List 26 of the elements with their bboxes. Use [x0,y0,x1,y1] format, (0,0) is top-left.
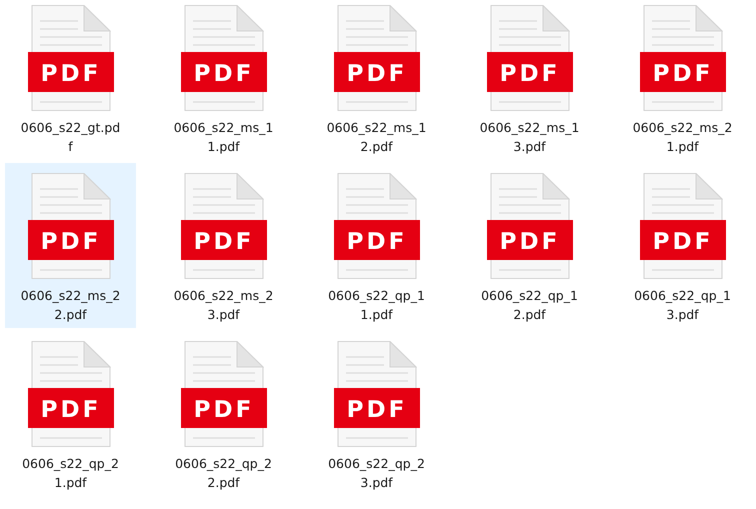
file-item[interactable]: PDF 0606_s22_gt.pd f [5,0,136,160]
file-name: 0606_s22_qp_2 2.pdf [175,455,272,492]
file-item[interactable]: PDF 0606_s22_qp_1 1.pdf [311,163,442,328]
file-name: 0606_s22_ms_1 3.pdf [480,119,580,156]
file-name: 0606_s22_ms_1 2.pdf [326,119,426,156]
file-name: 0606_s22_qp_2 1.pdf [22,455,119,492]
file-item[interactable]: PDF 0606_s22_ms_1 1.pdf [158,0,289,160]
file-item[interactable]: PDF 0606_s22_qp_1 2.pdf [464,163,595,328]
file-item[interactable]: PDF 0606_s22_ms_2 3.pdf [158,163,289,328]
file-name: 0606_s22_qp_1 2.pdf [481,287,578,324]
file-name: 0606_s22_qp_1 3.pdf [634,287,731,324]
file-item[interactable]: PDF 0606_s22_qp_1 3.pdf [617,163,748,328]
file-name: 0606_s22_ms_2 2.pdf [20,287,120,324]
file-item[interactable]: PDF 0606_s22_qp_2 3.pdf [311,331,442,496]
file-item[interactable]: PDF 0606_s22_ms_1 3.pdf [464,0,595,160]
file-item[interactable]: PDF 0606_s22_ms_2 2.pdf [5,163,136,328]
file-name: 0606_s22_ms_1 1.pdf [174,119,274,156]
file-name: 0606_s22_ms_2 3.pdf [174,287,274,324]
file-name: 0606_s22_qp_1 1.pdf [328,287,425,324]
file-item[interactable]: PDF 0606_s22_ms_1 2.pdf [311,0,442,160]
file-name: 0606_s22_gt.pd f [20,119,120,156]
file-item[interactable]: PDF 0606_s22_qp_2 2.pdf [158,331,289,496]
file-item[interactable]: PDF 0606_s22_ms_2 1.pdf [617,0,748,160]
file-item[interactable]: PDF 0606_s22_qp_2 1.pdf [5,331,136,496]
file-name: 0606_s22_ms_2 1.pdf [632,119,732,156]
file-name: 0606_s22_qp_2 3.pdf [328,455,425,492]
